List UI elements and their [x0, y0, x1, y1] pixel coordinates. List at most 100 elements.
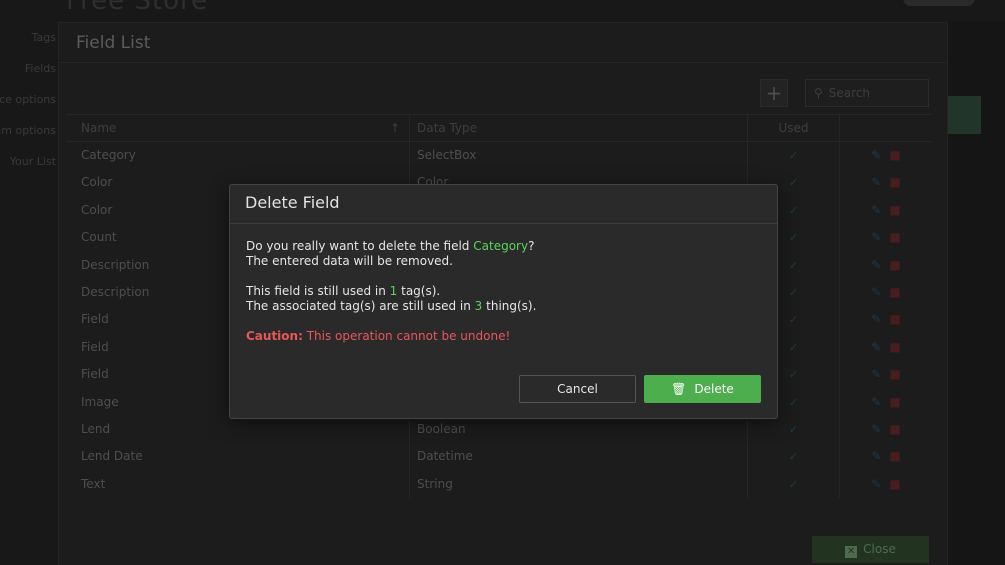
edit-icon[interactable]: ✎ [871, 203, 881, 217]
trash-icon[interactable]: ■ [889, 230, 900, 244]
check-icon: ✓ [788, 477, 799, 491]
trash-icon[interactable]: ■ [889, 340, 900, 354]
delete-button[interactable]: 🗑 Delete [644, 375, 761, 403]
cell-actions: ✎ ■ [840, 142, 932, 169]
check-icon: ✓ [788, 285, 799, 299]
side-action-block[interactable] [948, 96, 981, 134]
panel-title: Field List [59, 23, 947, 63]
trash-icon[interactable]: ■ [889, 367, 900, 381]
edit-icon[interactable]: ✎ [871, 175, 881, 189]
edit-icon[interactable]: ✎ [871, 230, 881, 244]
cell-used: ✓ [748, 415, 840, 444]
edit-icon[interactable]: ✎ [871, 148, 881, 162]
trash-icon[interactable]: ■ [889, 203, 900, 217]
edit-icon[interactable]: ✎ [871, 449, 881, 463]
table-header: Name ↑ Data Type Used [66, 114, 932, 142]
sidebar-item-choice-options[interactable]: Choice options [0, 84, 60, 115]
caution-message: Caution: This operation cannot be undone… [246, 329, 511, 343]
column-header-actions [840, 115, 932, 141]
delete-field-dialog: Delete Field Do you really want to delet… [229, 184, 778, 419]
sidebar-item-fields[interactable]: Fields [0, 53, 60, 84]
cell-type: String [410, 470, 748, 499]
check-icon: ✓ [788, 450, 799, 464]
table-row[interactable]: Text String ✓ ✎ ■ [66, 470, 932, 499]
cell-actions: ✎ ■ [840, 361, 932, 388]
cell-type: Boolean [410, 415, 748, 444]
trash-icon: 🗑 [671, 382, 687, 396]
check-icon: ✓ [788, 176, 799, 190]
column-header-used[interactable]: Used [748, 115, 840, 141]
table-row[interactable]: Lend Boolean ✓ ✎ ■ [66, 415, 932, 444]
confirm-line: Do you really want to delete the field C… [246, 239, 535, 253]
cell-actions: ✎ ■ [840, 416, 932, 443]
plus-icon: + [765, 81, 783, 105]
sidebar: Tags Fields Choice options Program optio… [0, 22, 60, 177]
trash-icon[interactable]: ■ [889, 258, 900, 272]
cell-actions: ✎ ■ [840, 197, 932, 224]
trash-icon[interactable]: ■ [889, 477, 900, 491]
search-placeholder: Search [828, 86, 871, 100]
cell-actions: ✎ ■ [840, 334, 932, 361]
cell-name: Lend [66, 415, 410, 444]
check-icon: ✓ [788, 149, 799, 162]
dialog-footer: Cancel 🗑 Delete [519, 375, 761, 403]
edit-icon[interactable]: ✎ [871, 258, 881, 272]
trash-icon[interactable]: ■ [889, 449, 900, 463]
cell-actions: ✎ ■ [840, 224, 932, 251]
tag-usage-line: This field is still used in 1 tag(s). [246, 284, 441, 298]
trash-icon[interactable]: ■ [889, 148, 900, 162]
cancel-button[interactable]: Cancel [519, 375, 636, 403]
check-icon: ✓ [788, 313, 799, 327]
check-icon: ✓ [788, 395, 799, 409]
trash-icon[interactable]: ■ [889, 175, 900, 189]
trash-icon[interactable]: ■ [889, 312, 900, 326]
add-field-button[interactable]: + [760, 79, 788, 107]
sidebar-item-tags[interactable]: Tags [0, 22, 60, 53]
top-right-pill[interactable] [903, 0, 975, 6]
data-removed-line: The entered data will be removed. [246, 254, 453, 268]
cell-used: ✓ [748, 470, 840, 499]
table-row[interactable]: Category SelectBox ✓ ✎ ■ [66, 142, 932, 170]
cell-used: ✓ [748, 142, 840, 170]
edit-icon[interactable]: ✎ [871, 367, 881, 381]
column-header-type[interactable]: Data Type [410, 115, 748, 141]
edit-icon[interactable]: ✎ [871, 395, 881, 409]
table-row[interactable]: Lend Date Datetime ✓ ✎ ■ [66, 443, 932, 471]
column-header-name[interactable]: Name ↑ [66, 115, 410, 141]
field-name: Category [473, 239, 529, 253]
edit-icon[interactable]: ✎ [871, 477, 881, 491]
check-icon: ✓ [788, 340, 799, 354]
trash-icon[interactable]: ■ [889, 422, 900, 436]
edit-icon[interactable]: ✎ [871, 340, 881, 354]
check-icon: ✓ [788, 203, 799, 217]
dialog-body: Do you really want to delete the field C… [230, 224, 777, 344]
cell-actions: ✎ ■ [840, 169, 932, 196]
cell-actions: ✎ ■ [840, 389, 932, 416]
check-icon: ✓ [788, 258, 799, 272]
check-icon: ✓ [788, 368, 799, 382]
trash-icon[interactable]: ■ [889, 285, 900, 299]
edit-icon[interactable]: ✎ [871, 285, 881, 299]
check-icon: ✓ [788, 422, 799, 436]
thing-usage-line: The associated tag(s) are still used in … [246, 299, 537, 313]
trash-icon[interactable]: ■ [889, 395, 900, 409]
sidebar-item-program-options[interactable]: Program options [0, 115, 60, 146]
right-strip [948, 22, 1005, 565]
cell-used: ✓ [748, 443, 840, 471]
dialog-title: Delete Field [230, 185, 777, 224]
cell-name: Text [66, 470, 410, 499]
close-button[interactable]: ✕ Close [812, 536, 929, 563]
app-title: Free Store [66, 0, 209, 16]
search-input[interactable]: ⚲ Search [805, 79, 929, 107]
cell-actions: ✎ ■ [840, 443, 932, 470]
sidebar-item-your-list[interactable]: Your List [0, 146, 60, 177]
edit-icon[interactable]: ✎ [871, 312, 881, 326]
cell-actions: ✎ ■ [840, 471, 932, 498]
cell-actions: ✎ ■ [840, 306, 932, 333]
check-icon: ✓ [788, 231, 799, 245]
cell-actions: ✎ ■ [840, 279, 932, 306]
close-icon: ✕ [845, 546, 858, 558]
cell-type: SelectBox [410, 142, 748, 170]
cell-type: Datetime [410, 443, 748, 471]
edit-icon[interactable]: ✎ [871, 422, 881, 436]
